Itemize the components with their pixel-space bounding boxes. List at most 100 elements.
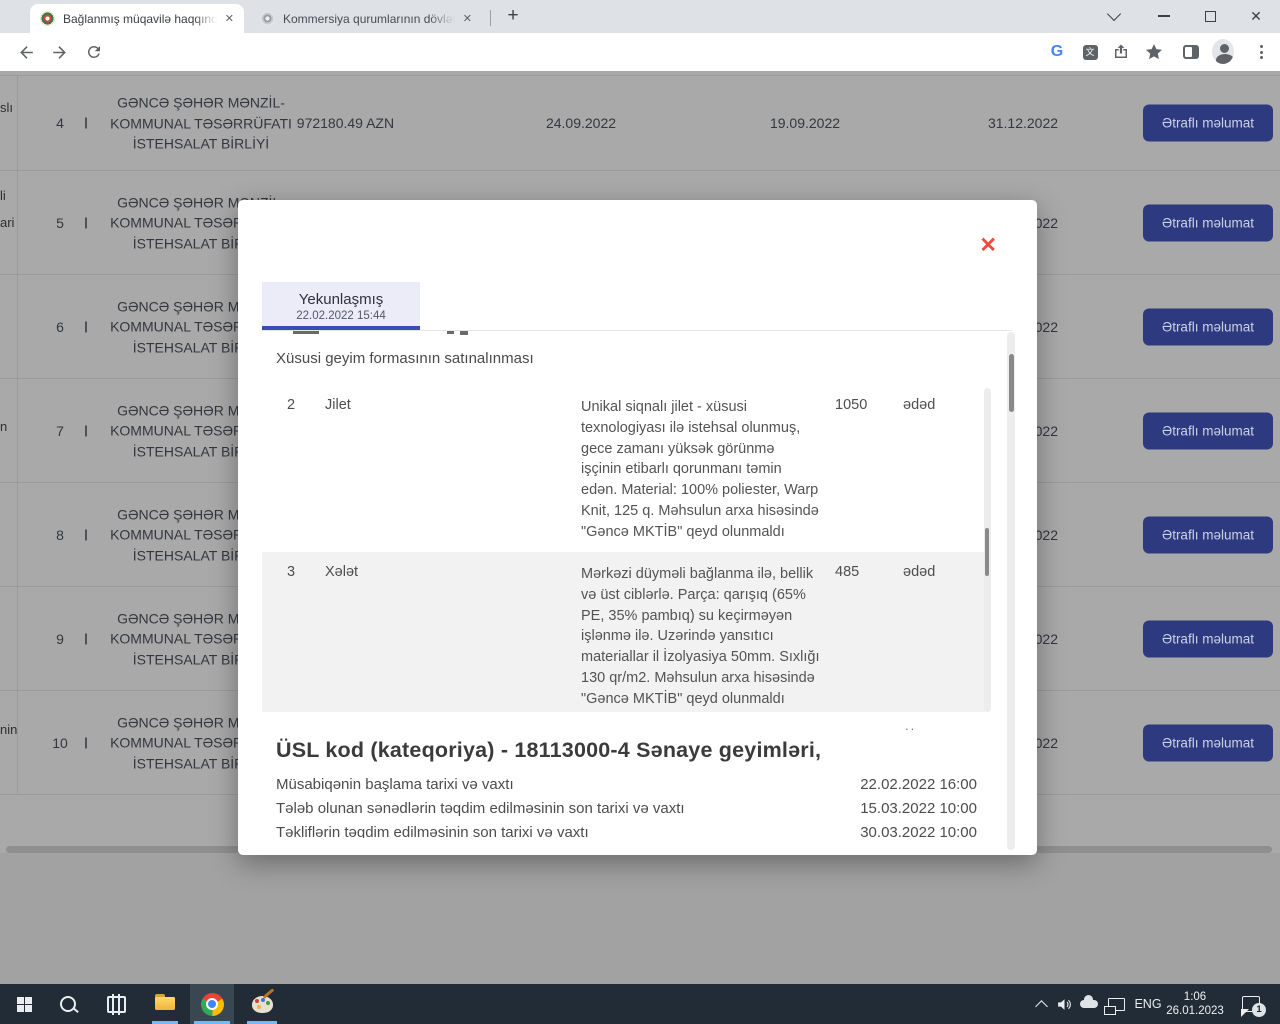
forward-button[interactable] (49, 41, 71, 63)
clock[interactable]: 1:0626.01.2023 (1164, 984, 1226, 1024)
detail-button[interactable]: Ətraflı məlumat (1143, 724, 1273, 761)
row-number: 8 (40, 527, 80, 543)
tab-close-icon[interactable]: ✕ (463, 12, 472, 25)
detail-button[interactable]: Ətraflı məlumat (1143, 105, 1273, 142)
modal-tab-label: Yekunlaşmış (262, 291, 420, 308)
row-number: 6 (40, 319, 80, 335)
detail-row: Tələb olunan sənədlərin təqdim edilməsin… (276, 800, 977, 824)
browser-menu-kebab-icon[interactable] (1250, 41, 1272, 63)
table-row: 4 GƏNCƏ ŞƏHƏR MƏNZİL- KOMMUNAL TƏSƏRRÜFA… (0, 75, 1280, 170)
items-scrollbar[interactable] (984, 388, 991, 712)
clipped-text-fragment: ari (0, 215, 14, 230)
tab-yekunlasmis[interactable]: Yekunlaşmış 22.02.2022 15:44 (262, 282, 420, 330)
network-icon (1108, 998, 1125, 1011)
cloud-icon (1080, 1000, 1098, 1008)
detail-value: 22.02.2022 16:00 (860, 776, 977, 793)
tender-detail-rows: Müsabiqənin başlama tarixi və vaxtı 22.0… (276, 776, 977, 838)
modal-scrollbar-thumb[interactable] (1009, 354, 1014, 412)
task-view-icon (107, 996, 126, 1013)
refresh-button[interactable] (83, 41, 105, 63)
notification-icon: 1 (1242, 996, 1260, 1012)
organization-name: GƏNCƏ ŞƏHƏR MƏNZİL- KOMMUNAL TƏSƏRRÜFATI… (105, 92, 297, 154)
back-arrow-icon (17, 43, 36, 62)
onedrive-button[interactable] (1076, 984, 1102, 1024)
page-footer-area (0, 853, 1280, 984)
action-center-button[interactable]: 1 (1234, 984, 1268, 1024)
detail-button[interactable]: Ətraflı məlumat (1143, 620, 1273, 657)
modal-close-button[interactable]: ✕ (979, 233, 997, 258)
item-number: 2 (287, 397, 295, 413)
item-quantity: 1050 (835, 397, 867, 413)
chrome-taskbar-button[interactable] (190, 984, 234, 1024)
row-number: 5 (40, 215, 80, 231)
browser-tab-strip: Bağlanmış müqavilə haqqında mə ✕ Kommers… (0, 0, 1280, 33)
items-list: 2 Jilet Unikal siqnalı jilet - xüsusi te… (262, 388, 985, 712)
window-minimize-button[interactable] (1142, 0, 1186, 32)
forward-arrow-icon (51, 43, 70, 62)
tab-divider (490, 10, 491, 26)
browser-toolbar: etender.gov.az/media/contracts-register … (0, 33, 1280, 72)
modal-tab-date: 22.02.2022 15:44 (262, 310, 420, 322)
detail-button[interactable]: Ətraflı məlumat (1143, 516, 1273, 553)
detail-value: 15.03.2022 10:00 (860, 800, 977, 817)
clipped-column-fragment (85, 633, 87, 644)
detail-label: Müsabiqənin başlama tarixi və vaxtı (276, 776, 514, 793)
tab-close-icon[interactable]: ✕ (225, 12, 234, 25)
screen: Bağlanmış müqavilə haqqında mə ✕ Kommers… (0, 0, 1280, 1024)
window-close-button[interactable]: ✕ (1234, 0, 1278, 32)
tender-details-modal: ✕ Yekunlaşmış 22.02.2022 15:44 Xüsusi ge… (238, 200, 1037, 855)
detail-button[interactable]: Ətraflı məlumat (1143, 204, 1273, 241)
new-tab-button[interactable]: + (500, 3, 526, 29)
task-view-button[interactable] (96, 984, 136, 1024)
item-name: Jilet (325, 397, 351, 413)
modal-body: Xüsusi geyim formasının satınalınması 2 … (262, 330, 1012, 838)
tray-chevron-button[interactable] (1030, 984, 1052, 1024)
search-icon (60, 996, 76, 1012)
volume-button[interactable] (1052, 984, 1076, 1024)
window-chevron-button[interactable] (1092, 0, 1136, 32)
clipped-text-fragment: nin (0, 722, 17, 737)
detail-button[interactable]: Ətraflı məlumat (1143, 308, 1273, 345)
side-panel-icon[interactable] (1180, 41, 1202, 63)
items-scrollbar-thumb[interactable] (985, 528, 989, 576)
item-name: Xələt (325, 564, 358, 580)
clipped-text-fragment: n (0, 419, 7, 434)
file-explorer-button[interactable] (144, 984, 186, 1024)
taskbar-search-button[interactable] (48, 984, 88, 1024)
clipped-column-fragment (85, 217, 87, 228)
tab-contracts-register[interactable]: Bağlanmış müqavilə haqqında mə ✕ (30, 4, 244, 33)
tender-item-row: 3 Xələt Mərkəzi düyməli bağlanma ilə, be… (262, 552, 985, 712)
start-button[interactable] (4, 984, 44, 1024)
clipped-column-fragment (85, 737, 87, 748)
clipped-column-fragment (85, 425, 87, 436)
clipped-column-fragment (85, 529, 87, 540)
window-restore-button[interactable] (1188, 0, 1232, 32)
paint-taskbar-button[interactable] (240, 984, 284, 1024)
clipped-text-fragment: li (0, 188, 6, 203)
contract-date: 19.09.2022 (764, 115, 846, 131)
modal-scrollbar[interactable] (1007, 332, 1015, 850)
detail-value: 30.03.2022 10:00 (860, 824, 977, 838)
chevron-up-icon (1035, 1000, 1048, 1013)
speaker-icon (1056, 996, 1073, 1013)
clipped-column-fragment (85, 118, 87, 129)
tender-subject: Xüsusi geyim formasının satınalınması (276, 350, 534, 367)
row-number: 9 (40, 631, 80, 647)
detail-button[interactable]: Ətraflı məlumat (1143, 412, 1273, 449)
folder-icon (155, 997, 175, 1011)
item-unit: ədəd (903, 564, 935, 580)
detail-row: Təkliflərin təqdim edilməsinin son tarix… (276, 824, 977, 838)
chevron-down-icon (1107, 6, 1121, 20)
translate-icon[interactable]: 文 (1079, 41, 1101, 63)
row-number: 7 (40, 423, 80, 439)
windows-taskbar: ENG 1:0626.01.2023 1 (0, 984, 1280, 1024)
language-indicator[interactable]: ENG (1130, 984, 1166, 1024)
tab-kommersiya[interactable]: Kommersiya qurumlarının dövlət ✕ (250, 4, 482, 33)
profile-avatar[interactable] (1212, 40, 1234, 62)
share-icon[interactable] (1110, 41, 1132, 63)
network-button[interactable] (1102, 984, 1130, 1024)
tab-title: Bağlanmış müqavilə haqqında mə (63, 12, 217, 26)
bookmark-star-icon[interactable] (1143, 41, 1165, 63)
google-icon[interactable]: G (1046, 41, 1068, 63)
back-button[interactable] (15, 41, 37, 63)
